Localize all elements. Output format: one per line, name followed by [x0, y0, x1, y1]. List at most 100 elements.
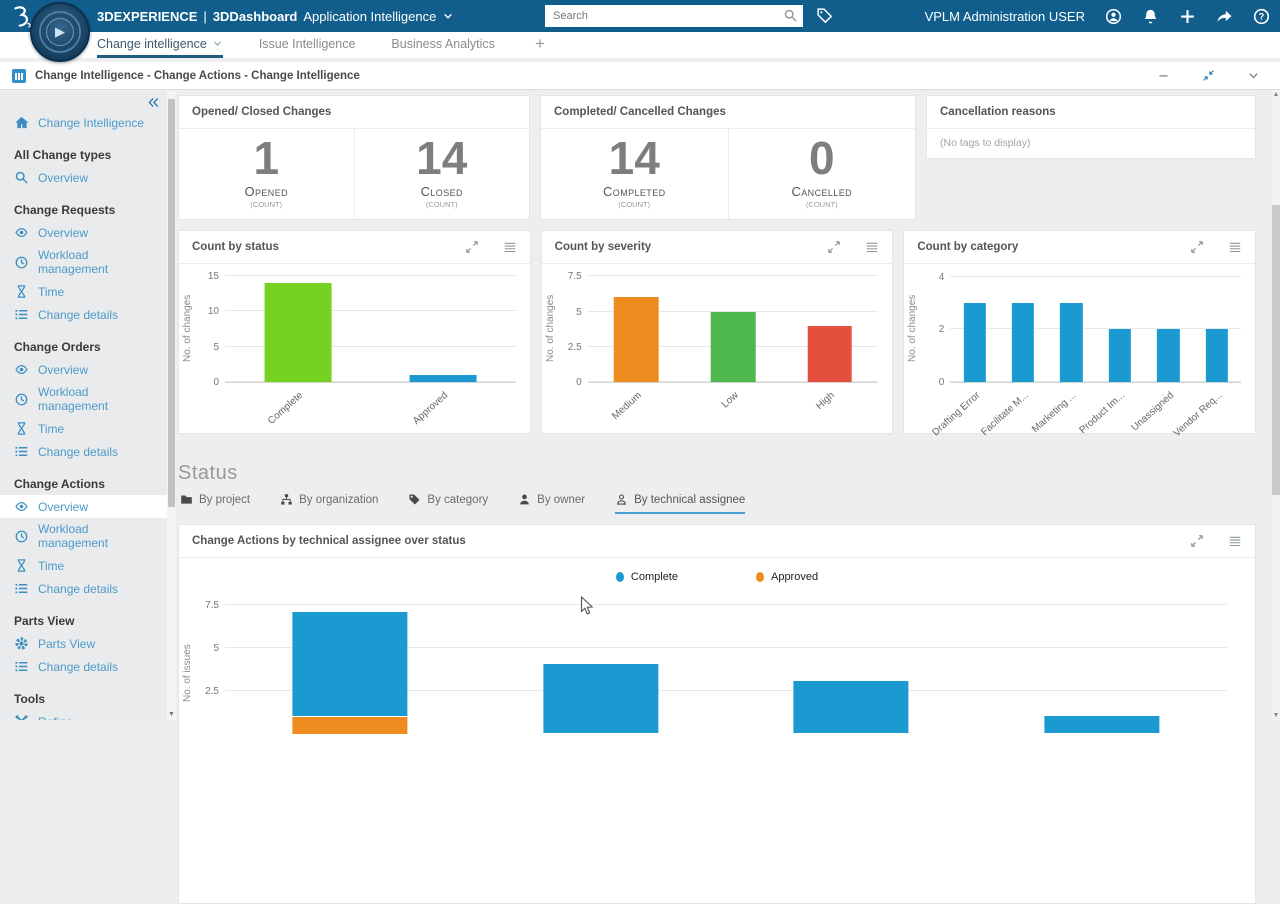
- sidebar-item-change-details[interactable]: Change details: [14, 303, 153, 326]
- x-tick-label: Low: [719, 390, 740, 410]
- sidebar-scrollbar-thumb[interactable]: [168, 99, 175, 507]
- tab-issue-intelligence[interactable]: Issue Intelligence: [259, 32, 356, 58]
- bar-facilitate-m[interactable]: [1012, 272, 1034, 382]
- collapse-widget-icon[interactable]: [1247, 69, 1260, 82]
- bar-fill[interactable]: [808, 326, 853, 382]
- chart-menu-icon[interactable]: [1228, 534, 1242, 548]
- sidebar-item-time[interactable]: Time: [14, 280, 153, 303]
- sidebar-scroll-down-icon[interactable]: ▼: [167, 711, 176, 718]
- status-tab-by-organization[interactable]: By organization: [280, 493, 378, 514]
- bar-fill[interactable]: [1206, 329, 1228, 382]
- bar-product-im[interactable]: [1109, 272, 1131, 382]
- bar-vendor-req[interactable]: [1206, 272, 1228, 382]
- bar-segment-complete[interactable]: [1044, 716, 1159, 733]
- sidebar-item-time[interactable]: Time: [14, 417, 153, 440]
- kpi-sub: (COUNT): [541, 200, 728, 209]
- kpi-sub: (COUNT): [179, 200, 354, 209]
- bar-approved[interactable]: [410, 272, 477, 382]
- minimize-icon[interactable]: [1157, 69, 1170, 82]
- bar-col-2[interactable]: [543, 596, 658, 734]
- add-icon[interactable]: [1179, 8, 1196, 25]
- bar-fill[interactable]: [711, 312, 756, 383]
- bar-slot: [726, 596, 977, 734]
- legend-item-approved[interactable]: Approved: [756, 571, 818, 583]
- bar-col-1[interactable]: [293, 596, 408, 734]
- bar-fill[interactable]: [614, 297, 659, 382]
- bar-slot: [781, 272, 878, 382]
- new-tab-button[interactable]: +: [531, 32, 549, 58]
- bar-drafting-error[interactable]: [963, 272, 985, 382]
- main-scrollbar[interactable]: ▲ ▼: [1272, 90, 1280, 720]
- help-icon[interactable]: ?: [1253, 8, 1270, 25]
- scroll-down-icon[interactable]: ▼: [1272, 712, 1280, 719]
- bar-segment-complete[interactable]: [293, 612, 408, 716]
- bar-high[interactable]: [808, 272, 853, 382]
- sidebar-item-change-intelligence[interactable]: Change Intelligence: [14, 111, 153, 134]
- bar-col-3[interactable]: [794, 596, 909, 734]
- chart-menu-icon[interactable]: [503, 240, 517, 254]
- search-icon[interactable]: [783, 8, 798, 23]
- app-title[interactable]: 3DEXPERIENCE | 3DDashboard Application I…: [97, 0, 454, 32]
- bar-unassigned[interactable]: [1157, 272, 1179, 382]
- y-tick-label: 10: [187, 306, 219, 317]
- bar-medium[interactable]: [614, 272, 659, 382]
- chart-menu-icon[interactable]: [865, 240, 879, 254]
- sidebar-item-workload-management[interactable]: Workload management: [14, 381, 153, 417]
- sidebar-scrollbar[interactable]: ▼: [167, 91, 176, 720]
- chart-card-count-by-category: Count by category No. of changes 024 Dra…: [903, 230, 1256, 434]
- sidebar-item-parts-view[interactable]: Parts View: [14, 632, 153, 655]
- bar-fill[interactable]: [1109, 329, 1131, 382]
- bar-segment-approved[interactable]: [293, 717, 408, 734]
- sidebar-item-change-details[interactable]: Change details: [14, 655, 153, 678]
- expand-icon[interactable]: [465, 240, 479, 254]
- bar-complete[interactable]: [264, 272, 331, 382]
- bar-marketing[interactable]: [1060, 272, 1082, 382]
- sidebar-item-workload-management[interactable]: Workload management: [14, 244, 153, 280]
- bar-segment-complete[interactable]: [543, 664, 658, 733]
- status-tab-by-owner[interactable]: By owner: [518, 493, 585, 514]
- user-name[interactable]: VPLM Administration USER: [925, 9, 1085, 24]
- sidebar-item-overview[interactable]: Overview: [14, 358, 153, 381]
- sidebar-item-change-details[interactable]: Change details: [14, 440, 153, 463]
- sidebar-item-workload-management[interactable]: Workload management: [14, 518, 153, 554]
- restore-icon[interactable]: [1202, 69, 1215, 82]
- bar-fill[interactable]: [963, 303, 985, 382]
- tab-business-analytics[interactable]: Business Analytics: [391, 32, 495, 58]
- bar-fill[interactable]: [1060, 303, 1082, 382]
- chart-menu-icon[interactable]: [1228, 240, 1242, 254]
- tag-icon: [408, 493, 421, 506]
- share-icon[interactable]: [1216, 8, 1233, 25]
- bar-fill[interactable]: [1012, 303, 1034, 382]
- search-input[interactable]: [545, 5, 803, 27]
- expand-icon[interactable]: [1190, 240, 1204, 254]
- expand-icon[interactable]: [827, 240, 841, 254]
- sidebar-collapse-icon[interactable]: [147, 96, 160, 109]
- scroll-up-icon[interactable]: ▲: [1272, 91, 1280, 98]
- bar-low[interactable]: [711, 272, 756, 382]
- bar-fill[interactable]: [1157, 329, 1179, 382]
- tab-change-intelligence[interactable]: Change intelligence: [97, 32, 223, 58]
- legend-item-complete[interactable]: Complete: [616, 571, 678, 583]
- tag-icon[interactable]: [816, 7, 833, 24]
- bar-segment-complete[interactable]: [794, 681, 909, 733]
- sidebar-item-change-details[interactable]: Change details: [14, 577, 153, 600]
- status-tab-by-category[interactable]: By category: [408, 493, 488, 514]
- expand-icon[interactable]: [1190, 534, 1204, 548]
- main-scrollbar-thumb[interactable]: [1272, 205, 1280, 495]
- breadcrumb: Change Intelligence - Change Actions - C…: [35, 70, 360, 82]
- bar-fill[interactable]: [410, 375, 477, 382]
- status-tab-by-technical-assignee[interactable]: By technical assignee: [615, 493, 745, 514]
- sidebar-item-time[interactable]: Time: [14, 554, 153, 577]
- bar-fill[interactable]: [264, 283, 331, 382]
- compass-logo[interactable]: ▶: [30, 2, 90, 62]
- status-tab-by-project[interactable]: By project: [180, 493, 250, 514]
- sidebar-item-overview[interactable]: Overview: [14, 166, 153, 189]
- bar-col-4[interactable]: [1044, 596, 1159, 734]
- sidebar-item-overview[interactable]: Overview: [14, 221, 153, 244]
- notifications-icon[interactable]: [1142, 8, 1159, 25]
- avatar-icon[interactable]: [1105, 8, 1122, 25]
- sidebar-item-overview[interactable]: Overview: [0, 495, 167, 518]
- x-tick-label: High: [815, 390, 838, 412]
- kpi-metric-closed: 14Closed(COUNT): [354, 129, 530, 219]
- sidebar-item-refine[interactable]: Refine: [14, 710, 153, 720]
